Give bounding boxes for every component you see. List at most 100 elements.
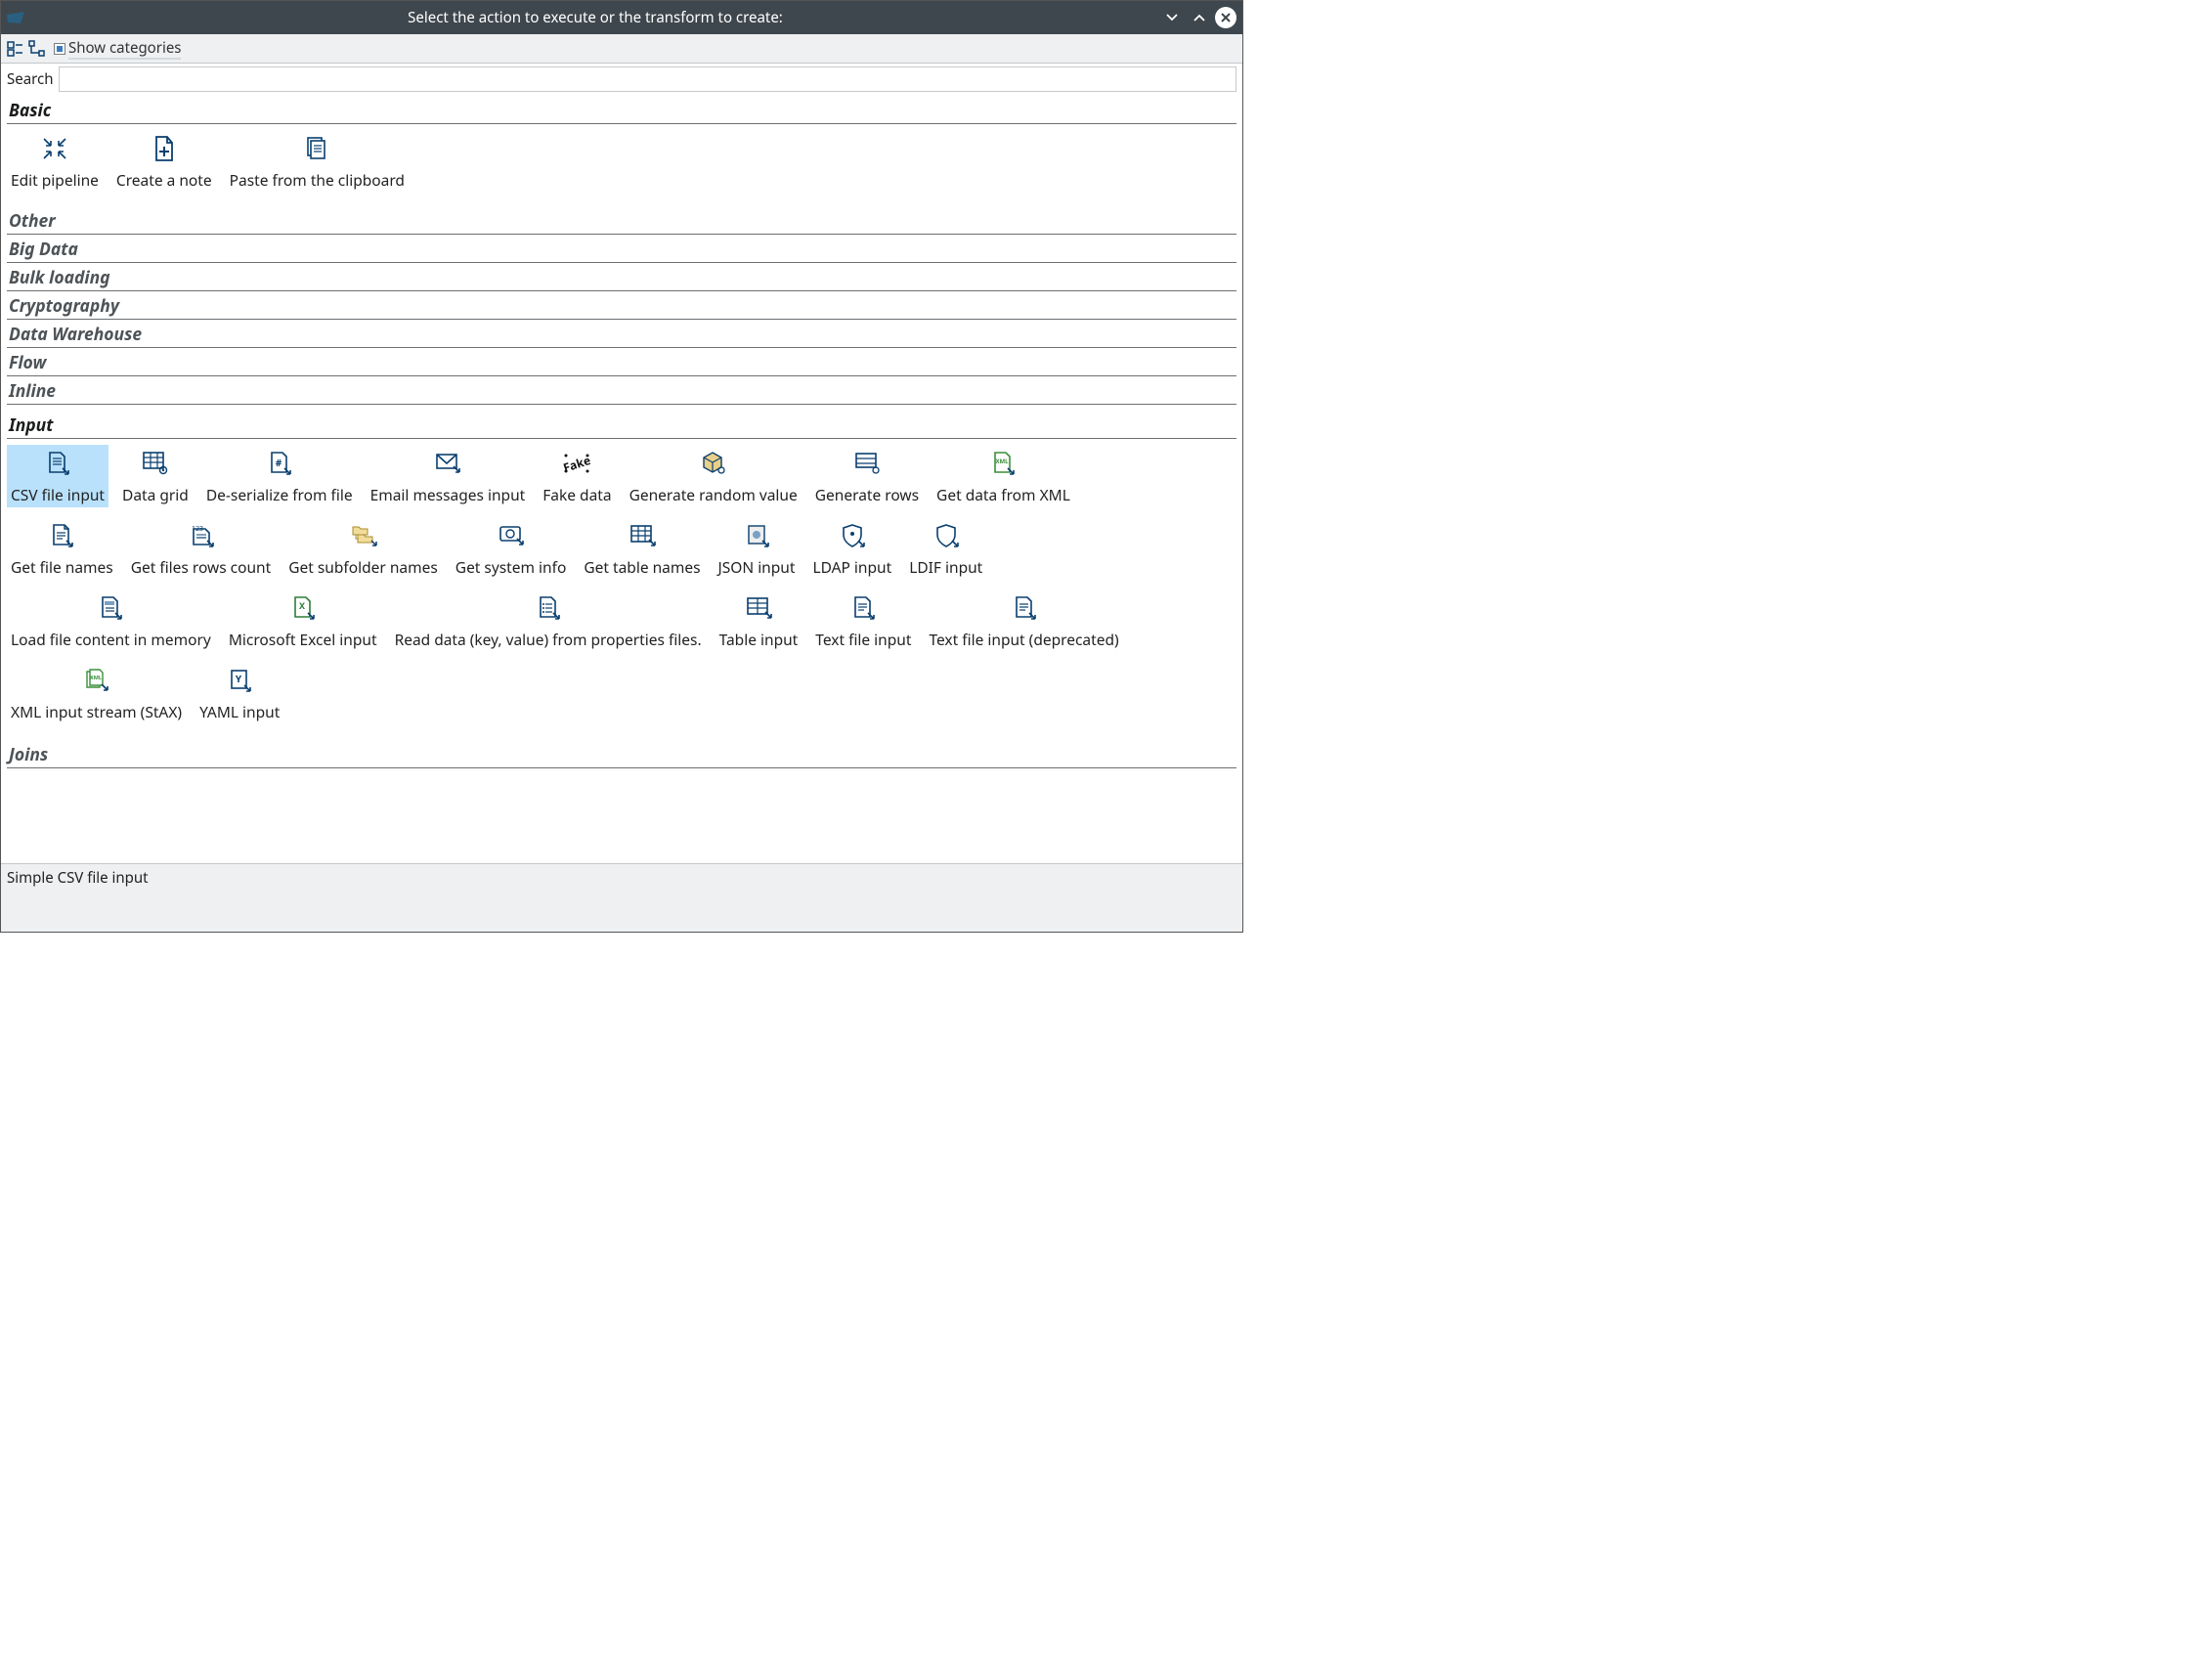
json-icon [740,521,773,550]
transform-get-system-info[interactable]: Get system info [452,517,571,580]
transform-generate-rows[interactable]: Generate rows [811,445,923,507]
item-label: Load file content in memory [11,629,211,650]
table-in-icon [742,593,775,623]
transform-ldif-input[interactable]: LDIF input [905,517,986,580]
category-basic-header[interactable]: Basic [7,98,1236,124]
category-inline-header[interactable]: Inline [7,378,1236,405]
transform-text-file-input[interactable]: Text file input [811,589,915,652]
csv-file-icon [41,449,74,478]
action-edit-pipeline[interactable]: Edit pipeline [7,130,103,193]
category-datawarehouse-header[interactable]: Data Warehouse [7,322,1236,348]
close-button[interactable] [1215,7,1236,28]
transform-email-input[interactable]: Email messages input [367,445,530,507]
category-bigdata-header[interactable]: Big Data [7,237,1236,263]
toggle-view-grid-button[interactable] [5,38,26,60]
envelope-icon [431,449,464,478]
item-label: Text file input (deprecated) [929,629,1118,650]
action-create-note[interactable]: Create a note [112,130,216,193]
shield-dot-icon [836,521,869,550]
text-file-icon [846,593,880,623]
category-joins-header[interactable]: Joins [7,742,1236,768]
category-input-header[interactable]: Input [7,413,1236,439]
collapse-up-button[interactable] [1188,6,1211,29]
file-plus-icon [148,134,181,163]
svg-text:X: X [299,599,305,612]
dialog-window: Select the action to execute or the tran… [0,0,1243,933]
item-label: YAML input [199,701,280,722]
transform-get-files-rows-count[interactable]: 123 Get files rows count [127,517,276,580]
transform-generate-random[interactable]: Generate random value [626,445,802,507]
category-bulkloading-header[interactable]: Bulk loading [7,265,1236,291]
item-label: Generate rows [815,484,919,505]
transform-get-subfolder-names[interactable]: Get subfolder names [284,517,442,580]
search-input[interactable] [59,66,1236,92]
category-other-header[interactable]: Other [7,208,1236,235]
item-label: LDIF input [909,556,982,578]
item-label: De-serialize from file [206,484,353,505]
transform-get-table-names[interactable]: Get table names [580,517,704,580]
transform-read-properties[interactable]: Read data (key, value) from properties f… [391,589,706,652]
checkbox-icon [54,43,65,55]
search-label: Search [7,69,53,89]
item-label: Get file names [11,556,113,578]
transform-ldap-input[interactable]: LDAP input [808,517,895,580]
transform-xml-stax-input[interactable]: XML XML input stream (StAX) [7,662,186,724]
folders-icon [347,521,380,550]
svg-text:#: # [275,456,282,469]
cube-gear-icon [697,449,730,478]
file-hash-icon: # [263,449,296,478]
transform-excel-input[interactable]: X Microsoft Excel input [225,589,381,652]
transform-text-file-input-deprecated[interactable]: Text file input (deprecated) [925,589,1122,652]
transform-deserialize-file[interactable]: # De-serialize from file [202,445,357,507]
collapse-down-button[interactable] [1160,6,1184,29]
rows-gear-icon [850,449,884,478]
category-input-items-row3: Load file content in memory X Microsoft … [7,588,1236,660]
category-input-items-row4: XML XML input stream (StAX) Y Y [7,660,1236,732]
xml-stack-icon: XML [80,666,113,695]
category-basic-items: Edit pipeline Create a note [7,128,1236,200]
transform-yaml-input[interactable]: Y YAML input [195,662,283,724]
transform-get-file-names[interactable]: Get file names [7,517,117,580]
transform-data-grid[interactable]: Data grid [118,445,193,507]
window-title: Select the action to execute or the tran… [34,8,1156,27]
xml-file-icon: XML [986,449,1019,478]
show-categories-label: Show categories [68,38,181,60]
transform-json-input[interactable]: JSON input [715,517,800,580]
show-categories-checkbox[interactable]: Show categories [54,38,181,60]
transform-csv-file-input[interactable]: CSV file input [7,445,108,507]
status-bar: Simple CSV file input [1,863,1242,932]
search-bar: Search [1,64,1242,96]
category-scroll-area[interactable]: Basic Edit pipeline [1,96,1242,863]
file-lines-icon [45,521,78,550]
transform-table-input[interactable]: Table input [716,589,802,652]
table-icon [626,521,659,550]
transform-fake-data[interactable]: Fake Fake data [539,445,615,507]
toolbar: Show categories [1,34,1242,64]
transform-load-file-memory[interactable]: Load file content in memory [7,589,215,652]
transform-get-xml[interactable]: XML Get data from XML [933,445,1074,507]
text-file-deprecated-icon [1008,593,1041,623]
file-kvlist-icon [532,593,565,623]
toggle-view-tree-button[interactable] [26,38,48,60]
item-label: CSV file input [11,484,105,505]
item-label: Table input [719,629,799,650]
item-label: Edit pipeline [11,169,99,191]
item-label: Microsoft Excel input [229,629,377,650]
item-label: Paste from the clipboard [230,169,405,191]
item-label: Read data (key, value) from properties f… [395,629,702,650]
status-description: Simple CSV file input [7,868,149,888]
shield-icon [930,521,963,550]
item-label: Get files rows count [131,556,272,578]
svg-text:XML: XML [90,674,102,681]
category-flow-header[interactable]: Flow [7,350,1236,376]
category-input-items-row1: CSV file input Data [7,443,1236,515]
item-label: Get table names [584,556,700,578]
item-label: Fake data [542,484,611,505]
excel-icon: X [286,593,320,623]
collapse-arrows-icon [38,134,71,163]
item-label: LDAP input [812,556,891,578]
item-label: Data grid [122,484,189,505]
category-cryptography-header[interactable]: Cryptography [7,293,1236,320]
item-label: Get data from XML [936,484,1070,505]
action-paste-clipboard[interactable]: Paste from the clipboard [226,130,409,193]
